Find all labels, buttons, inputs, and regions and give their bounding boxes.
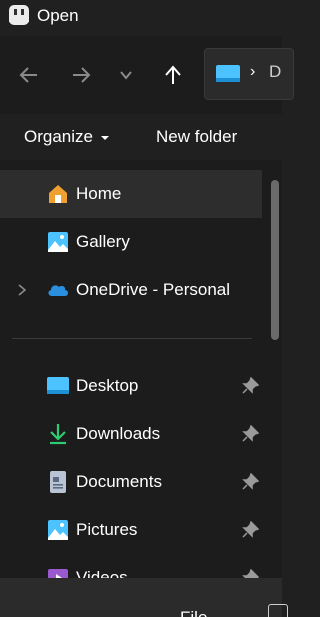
organize-label: Organize xyxy=(24,127,93,146)
onedrive-icon xyxy=(48,285,68,296)
nav-item-home[interactable]: Home xyxy=(0,170,262,218)
up-button[interactable] xyxy=(158,60,188,90)
nav-item-desktop[interactable]: Desktop xyxy=(0,362,262,410)
divider xyxy=(12,338,252,339)
window-title: Open xyxy=(37,6,79,25)
nav-item-label: Home xyxy=(76,184,122,203)
nav-item-label: Gallery xyxy=(76,232,130,251)
command-bar: Organize New folder xyxy=(0,114,282,160)
organize-button[interactable]: Organize xyxy=(24,127,109,147)
pictures-icon xyxy=(48,520,68,540)
file-name-area: File xyxy=(0,578,288,617)
navigation-pane: Home Gallery OneDrive - Personal Desktop xyxy=(0,160,282,578)
nav-item-pictures[interactable]: Pictures xyxy=(0,506,262,554)
nav-item-videos[interactable]: Videos xyxy=(0,554,262,578)
nav-item-documents[interactable]: Documents xyxy=(0,458,262,506)
caret-down-icon xyxy=(100,136,109,140)
pin-icon[interactable] xyxy=(241,473,259,491)
arrow-right-icon xyxy=(73,67,91,83)
arrow-up-icon xyxy=(165,65,181,84)
nav-item-label: Desktop xyxy=(76,376,139,395)
documents-icon xyxy=(50,471,66,493)
home-icon xyxy=(49,185,67,203)
nav-item-onedrive[interactable]: OneDrive - Personal xyxy=(0,266,262,314)
back-button[interactable] xyxy=(14,60,44,90)
navigation-bar: › D xyxy=(0,36,294,114)
nav-item-label: Pictures xyxy=(76,520,138,539)
nav-item-label: Downloads xyxy=(76,424,161,443)
nav-item-label: Documents xyxy=(76,472,162,491)
scrollbar-thumb[interactable] xyxy=(271,180,279,340)
title-bar: Open xyxy=(0,0,282,36)
file-name-input[interactable] xyxy=(268,604,288,617)
nav-item-gallery[interactable]: Gallery xyxy=(0,218,262,266)
forward-button[interactable] xyxy=(66,60,96,90)
nav-item-downloads[interactable]: Downloads xyxy=(0,410,262,458)
chevron-right-icon[interactable] xyxy=(16,282,28,298)
nav-item-label: OneDrive - Personal xyxy=(76,280,231,299)
new-folder-label: New folder xyxy=(156,127,238,146)
address-segment[interactable]: D xyxy=(269,62,281,82)
new-folder-button[interactable]: New folder xyxy=(156,127,237,147)
app-icon xyxy=(9,5,29,25)
arrow-left-icon xyxy=(19,67,37,83)
address-bar[interactable]: › D xyxy=(204,48,294,100)
downloads-icon xyxy=(50,424,66,445)
chevron-down-icon xyxy=(120,71,132,80)
desktop-icon xyxy=(216,65,240,82)
pin-icon[interactable] xyxy=(241,425,259,443)
nav-item-label: Videos xyxy=(76,568,128,578)
desktop-icon xyxy=(47,377,69,394)
gallery-icon xyxy=(48,232,68,252)
pin-icon[interactable] xyxy=(241,377,259,395)
file-name-label: File xyxy=(180,608,207,617)
address-separator: › xyxy=(250,63,256,80)
pin-icon[interactable] xyxy=(241,521,259,539)
recent-locations-button[interactable] xyxy=(111,60,141,90)
videos-icon xyxy=(48,569,68,578)
pin-icon[interactable] xyxy=(241,569,259,578)
